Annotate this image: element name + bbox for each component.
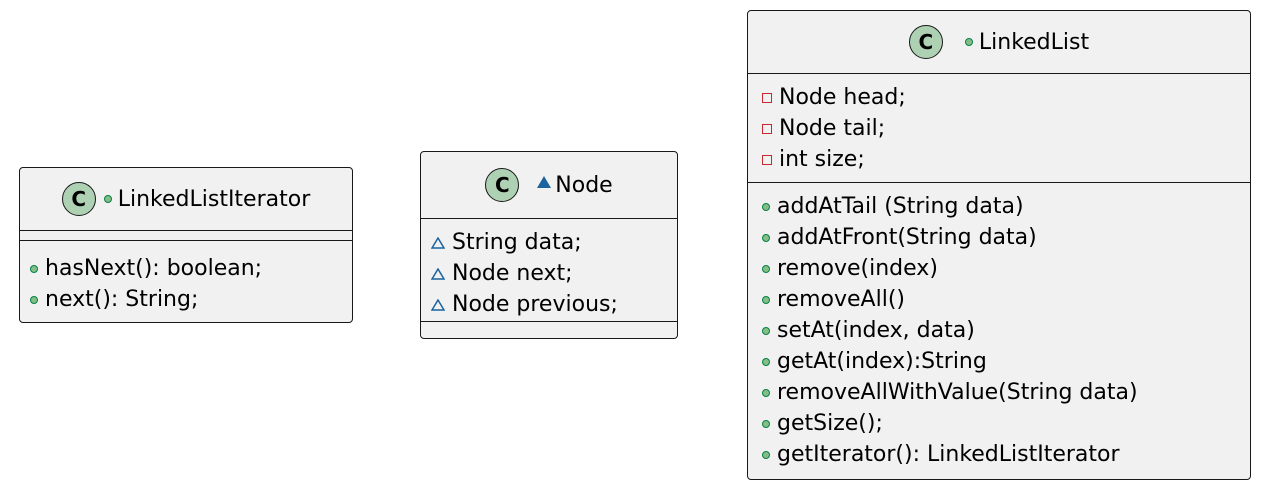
methods-compartment — [421, 321, 677, 335]
private-visibility-icon — [762, 154, 772, 165]
method-item: removeAllWithValue(String data) — [762, 377, 1250, 408]
class-linked-list[interactable]: C LinkedList Node head; Node tail; int s… — [747, 10, 1251, 480]
method-signature: setAt(index, data) — [777, 318, 975, 343]
field-declaration: Node tail; — [779, 116, 886, 141]
method-signature: removeAll() — [777, 287, 905, 312]
class-c-icon: C — [61, 182, 96, 216]
class-header: C LinkedList — [748, 11, 1250, 73]
method-signature: addAtTail (String data) — [777, 194, 1024, 219]
class-name: LinkedList — [978, 29, 1090, 55]
field-declaration: Node previous; — [452, 292, 618, 317]
method-item: setAt(index, data) — [762, 315, 1250, 346]
package-visibility-icon — [431, 236, 445, 249]
field-item: Node tail; — [762, 113, 1250, 144]
method-item: next(): String; — [30, 284, 352, 315]
method-signature: removeAllWithValue(String data) — [777, 380, 1138, 405]
private-visibility-icon — [762, 123, 772, 134]
method-item: remove(index) — [762, 253, 1250, 284]
class-name: LinkedListIterator — [117, 186, 311, 212]
class-node[interactable]: C Node String data; Node next; Node prev… — [420, 151, 678, 339]
public-visibility-icon — [762, 264, 770, 273]
package-visibility-icon — [431, 267, 445, 280]
class-name: Node — [555, 172, 613, 198]
methods-compartment: hasNext(): boolean; next(): String; — [20, 240, 352, 315]
class-c-icon: C — [485, 168, 520, 202]
public-visibility-icon — [964, 38, 973, 46]
method-signature: hasNext(): boolean; — [45, 256, 263, 281]
field-declaration: int size; — [779, 147, 865, 172]
field-item: String data; — [431, 227, 677, 258]
method-signature: remove(index) — [777, 256, 938, 281]
class-header: C LinkedListIterator — [20, 168, 352, 230]
public-visibility-icon — [30, 295, 38, 304]
method-item: hasNext(): boolean; — [30, 253, 352, 284]
class-c-icon: C — [908, 25, 943, 59]
class-linked-list-iterator[interactable]: C LinkedListIterator hasNext(): boolean;… — [19, 167, 353, 323]
fields-compartment: String data; Node next; Node previous; — [421, 218, 677, 321]
method-item: addAtTail (String data) — [762, 191, 1250, 222]
package-visibility-icon — [537, 176, 552, 188]
public-visibility-icon — [103, 195, 112, 203]
methods-compartment: addAtTail (String data) addAtFront(Strin… — [748, 182, 1250, 470]
package-visibility-icon — [431, 298, 445, 311]
field-declaration: Node head; — [779, 85, 906, 110]
fields-compartment: Node head; Node tail; int size; — [748, 73, 1250, 182]
method-item: getSize(); — [762, 408, 1250, 439]
field-declaration: Node next; — [452, 261, 573, 286]
public-visibility-icon — [762, 357, 770, 366]
field-item: Node next; — [431, 258, 677, 289]
field-item: Node previous; — [431, 289, 677, 320]
method-signature: next(): String; — [45, 287, 199, 312]
method-item: getAt(index):String — [762, 346, 1250, 377]
field-declaration: String data; — [452, 230, 582, 255]
field-item: Node head; — [762, 82, 1250, 113]
public-visibility-icon — [762, 233, 770, 242]
public-visibility-icon — [762, 326, 770, 335]
private-visibility-icon — [762, 92, 772, 103]
public-visibility-icon — [762, 419, 770, 428]
class-header: C Node — [421, 152, 677, 218]
public-visibility-icon — [762, 295, 770, 304]
field-item: int size; — [762, 144, 1250, 175]
public-visibility-icon — [762, 450, 770, 459]
method-signature: getIterator(): LinkedListIterator — [777, 442, 1120, 467]
public-visibility-icon — [30, 264, 38, 273]
public-visibility-icon — [762, 388, 770, 397]
public-visibility-icon — [762, 202, 770, 211]
method-item: addAtFront(String data) — [762, 222, 1250, 253]
method-item: getIterator(): LinkedListIterator — [762, 439, 1250, 470]
method-signature: getAt(index):String — [777, 349, 987, 374]
method-signature: getSize(); — [777, 411, 883, 436]
method-signature: addAtFront(String data) — [777, 225, 1037, 250]
method-item: removeAll() — [762, 284, 1250, 315]
fields-compartment — [20, 230, 352, 240]
